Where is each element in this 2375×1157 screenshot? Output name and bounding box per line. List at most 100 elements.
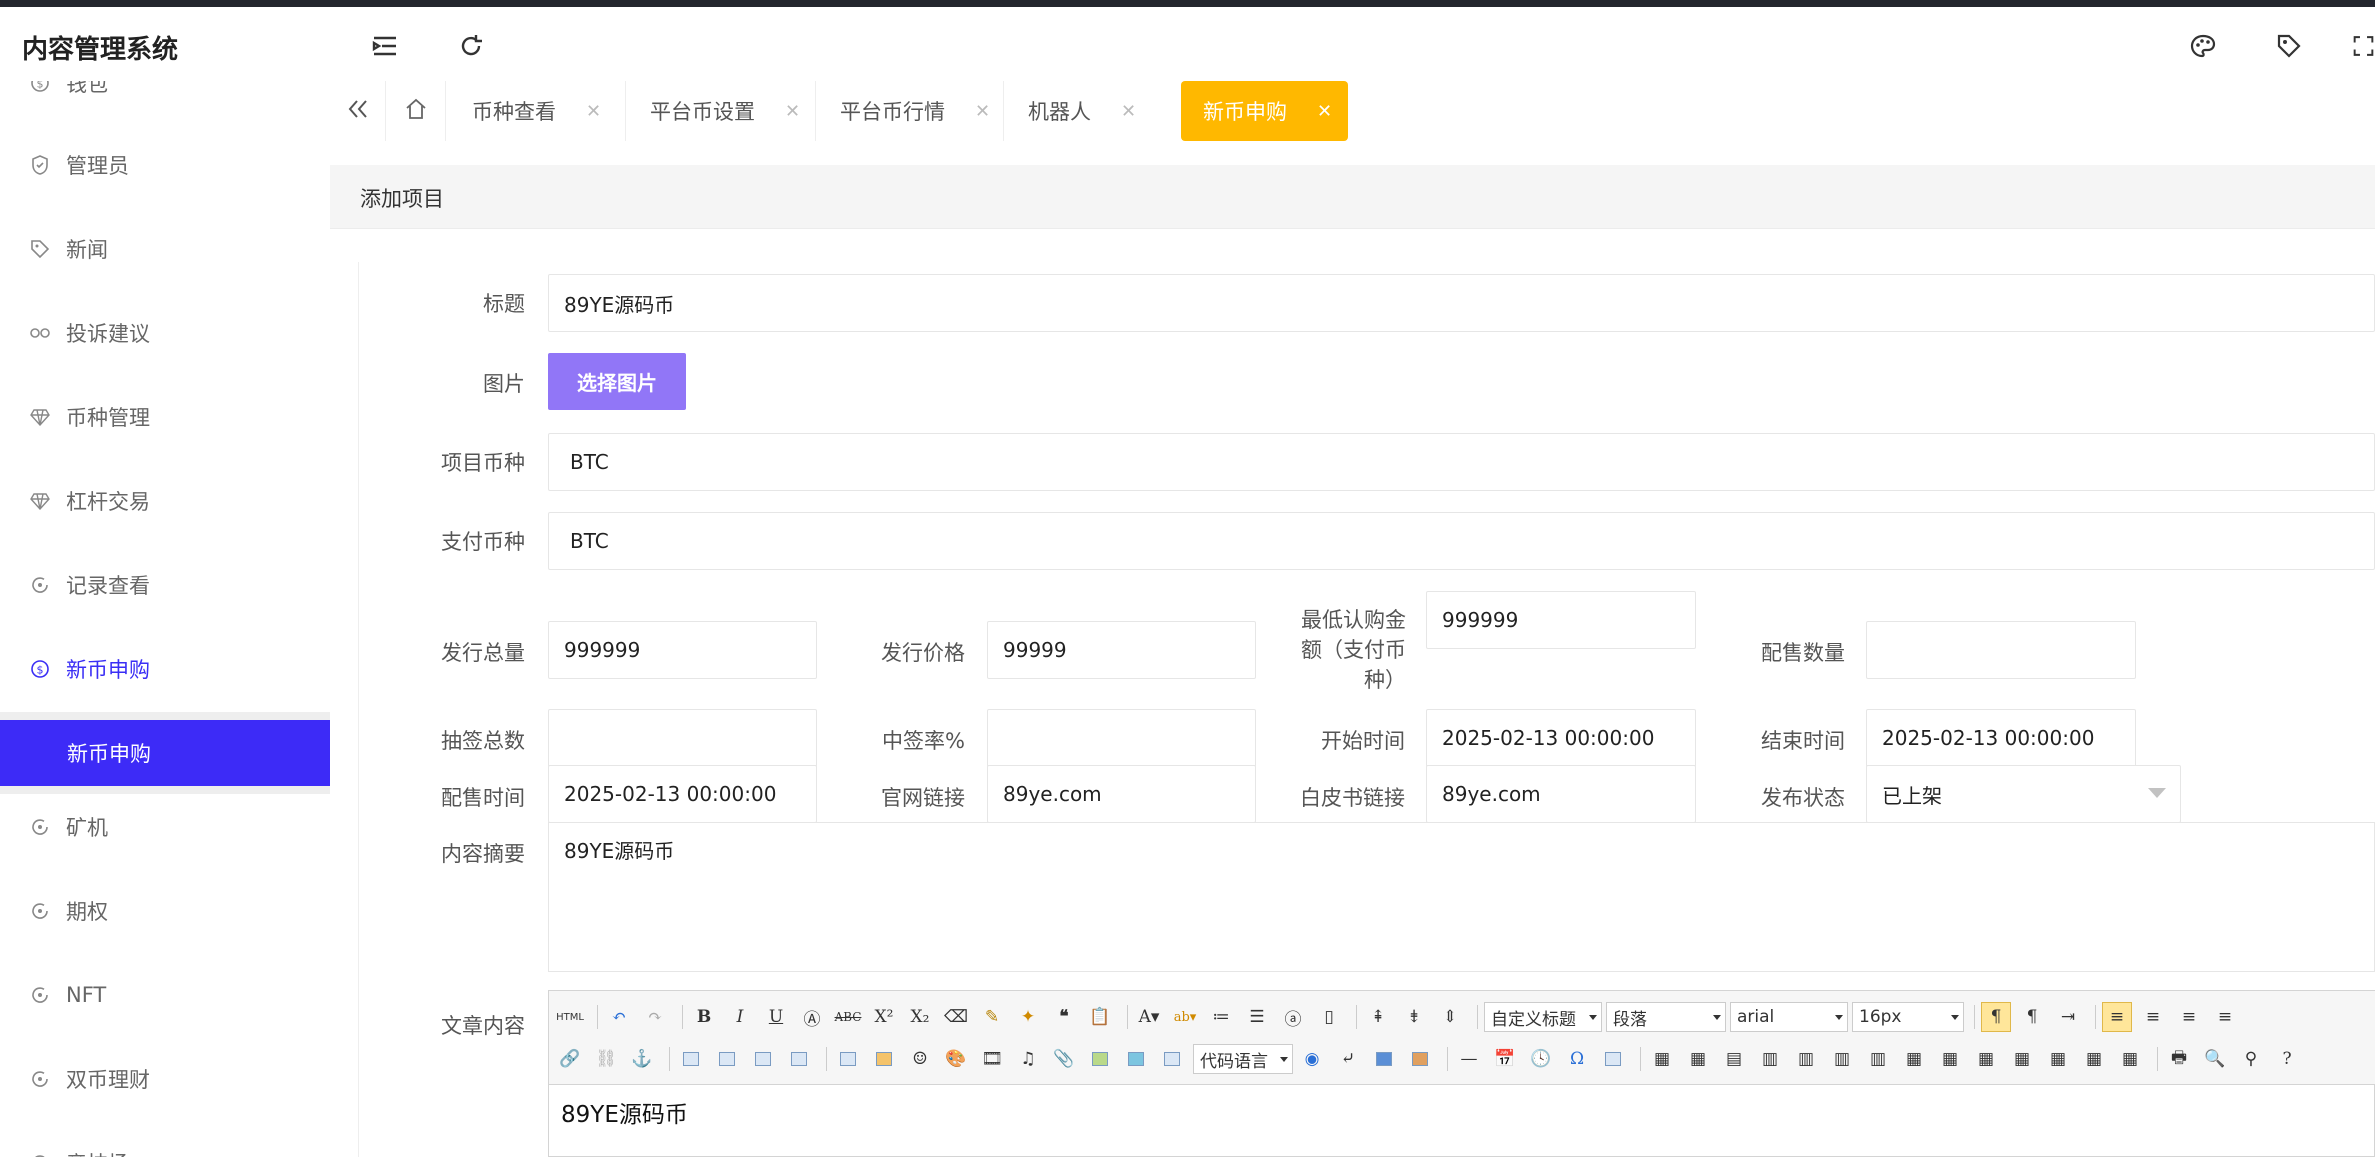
clear-doc-icon[interactable]: ▯ [1314,1002,1344,1032]
insert-image-icon[interactable] [869,1044,899,1074]
summary-textarea[interactable]: 89YE源码币 [548,822,2375,972]
end-time-input[interactable]: 2025-02-13 00:00:00 [1866,709,2136,767]
image-float-none-icon[interactable] [676,1044,706,1074]
paste-plain-icon[interactable]: 📋 [1085,1002,1115,1032]
strikethrough-icon[interactable]: ABC [833,1002,863,1032]
gmap-icon[interactable] [1121,1044,1151,1074]
eraser-icon[interactable]: ⌫ [941,1002,971,1032]
sidebar-item-feedback[interactable]: 投诉建议 [0,305,330,361]
image-float-right-icon[interactable] [748,1044,778,1074]
refresh-icon[interactable] [454,29,488,63]
superscript-icon[interactable]: X² [869,1002,899,1032]
align-justify-icon[interactable]: ≡ [2210,1002,2240,1032]
blockquote-icon[interactable]: ❝ [1049,1002,1079,1032]
tab-home[interactable] [386,81,446,141]
merge-down-icon[interactable]: ▦ [1971,1044,2001,1074]
music-icon[interactable]: ♫ [1013,1044,1043,1074]
insert-paragraph-before-table-icon[interactable]: ▤ [1719,1044,1749,1074]
font-size-select[interactable]: 16px [1852,1002,1964,1032]
fullscreen-icon[interactable] [2352,29,2375,63]
close-icon[interactable]: ✕ [1121,101,1136,122]
sidebar-item-news[interactable]: 新闻 [0,221,330,277]
auto-format-icon[interactable]: ✦ [1013,1002,1043,1032]
underline-icon[interactable]: U [761,1002,791,1032]
row-spacing-bottom-icon[interactable]: ⇟ [1399,1002,1429,1032]
sidebar-item-new-coin[interactable]: $ 新币申购 [0,641,330,697]
paragraph-select[interactable]: 段落 [1606,1002,1726,1032]
menu-fold-icon[interactable] [368,29,402,63]
align-left-icon[interactable]: ≡ [2102,1002,2132,1032]
whitepaper-input[interactable]: 89ye.com [1426,765,1696,823]
image-center-icon[interactable] [784,1044,814,1074]
theme-palette-icon[interactable] [2186,29,2220,63]
close-icon[interactable]: ✕ [1317,101,1332,122]
highlight-color-icon[interactable]: ab▾ [1170,1002,1200,1032]
rtl-icon[interactable]: ¶ [2017,1002,2047,1032]
min-amount-input[interactable]: 999999 [1426,591,1696,649]
font-color-icon[interactable]: A▾ [1134,1002,1164,1032]
line-height-icon[interactable]: ⇕ [1435,1002,1465,1032]
website-input[interactable]: 89ye.com [987,765,1256,823]
web-app-icon[interactable]: ◉ [1297,1044,1327,1074]
split-cells-icon[interactable]: ▦ [2007,1044,2037,1074]
insert-col-icon[interactable]: ▥ [1827,1044,1857,1074]
pay-coin-input[interactable]: BTC [548,512,2375,570]
template-icon[interactable] [1369,1044,1399,1074]
tab-new-coin[interactable]: 新币申购 ✕ [1181,81,1348,141]
link-icon[interactable]: 🔗 [555,1044,585,1074]
date-icon[interactable]: 📅 [1490,1044,1520,1074]
lottery-total-input[interactable] [548,709,817,767]
sidebar-item-dual-finance[interactable]: 双币理财 [0,1051,330,1107]
indent-icon[interactable]: ⇥ [2053,1002,2083,1032]
sidebar-item-coin-manage[interactable]: 币种管理 [0,389,330,445]
delete-table-icon[interactable]: ▦ [1683,1044,1713,1074]
help-icon[interactable]: ? [2272,1044,2302,1074]
page-break-icon[interactable]: ⤶ [1333,1044,1363,1074]
chart-icon[interactable]: ▦ [2115,1044,2145,1074]
italic-icon[interactable]: I [725,1002,755,1032]
delete-row-icon[interactable]: ▥ [1791,1044,1821,1074]
insert-table-icon[interactable]: ▦ [1647,1044,1677,1074]
tab-platform-coin-market[interactable]: 平台币行情 ✕ [816,81,1004,141]
redo-icon[interactable]: ↷ [640,1002,670,1032]
align-center-icon[interactable]: ≡ [2138,1002,2168,1032]
choose-image-button[interactable]: 选择图片 [548,353,686,410]
font-border-icon[interactable]: Ⓐ [797,1002,827,1032]
sidebar-item-miner[interactable]: 矿机 [0,799,330,855]
insert-video-icon[interactable]: 🎞 [977,1044,1007,1074]
format-brush-icon[interactable]: ✎ [977,1002,1007,1032]
attachment-icon[interactable]: 📎 [1049,1044,1079,1074]
sidebar-subitem-new-coin[interactable]: 新币申购 [0,720,330,786]
sidebar-item-records[interactable]: 记录查看 [0,557,330,613]
print-icon[interactable]: 🖶 [2164,1044,2194,1074]
sidebar-item-admin[interactable]: 管理员 [0,137,330,193]
status-select[interactable]: 已上架 [1866,765,2181,823]
allot-time-input[interactable]: 2025-02-13 00:00:00 [548,765,817,823]
editor-content[interactable]: 89YE源码币 [561,1095,688,1129]
sidebar-item-arena[interactable]: 竞技场 [0,1135,330,1157]
scrawl-icon[interactable]: 🎨 [941,1044,971,1074]
preview-icon[interactable]: 🔍 [2200,1044,2230,1074]
allot-qty-input[interactable] [1866,621,2136,679]
word-image-icon[interactable] [1598,1044,1628,1074]
special-chars-icon[interactable]: Ω [1562,1044,1592,1074]
undo-icon[interactable]: ↶ [604,1002,634,1032]
time-icon[interactable]: 🕓 [1526,1044,1556,1074]
image-float-left-icon[interactable] [712,1044,742,1074]
html-source-icon[interactable]: HTML [555,1002,585,1032]
tab-scroll-left[interactable] [330,81,386,141]
unordered-list-icon[interactable]: ☰ [1242,1002,1272,1032]
background-icon[interactable] [1405,1044,1435,1074]
merge-cells-icon[interactable]: ▦ [1899,1044,1929,1074]
search-replace-icon[interactable]: ⚲ [2236,1044,2266,1074]
font-family-select[interactable]: arial [1730,1002,1848,1032]
insert-frame-icon[interactable] [1157,1044,1187,1074]
unlink-icon[interactable]: ⛓ [591,1044,621,1074]
align-right-icon[interactable]: ≡ [2174,1002,2204,1032]
custom-title-select[interactable]: 自定义标题 [1484,1002,1602,1032]
total-issue-input[interactable]: 999999 [548,621,817,679]
subscript-icon[interactable]: X₂ [905,1002,935,1032]
merge-right-icon[interactable]: ▦ [1935,1044,1965,1074]
close-icon[interactable]: ✕ [975,101,990,122]
tab-robot[interactable]: 机器人 ✕ [1004,81,1148,141]
